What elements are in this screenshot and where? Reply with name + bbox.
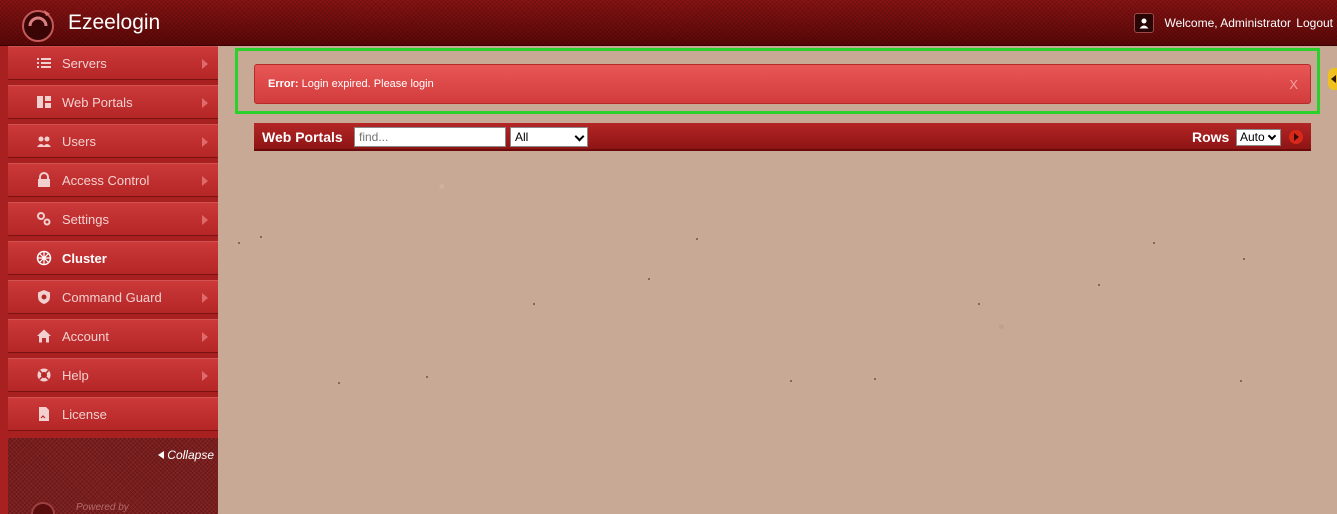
- home-icon: [37, 329, 51, 343]
- error-message: Error: Login expired. Please login: [268, 78, 434, 90]
- app-title[interactable]: Ezeelogin: [68, 11, 160, 35]
- chevron-right-icon: [202, 59, 208, 69]
- background-speck: [790, 380, 792, 382]
- chevron-right-icon: [202, 98, 208, 108]
- error-alert: Error: Login expired. Please login X: [254, 64, 1311, 104]
- collapse-label: Collapse: [167, 448, 214, 462]
- sidebar-item-access-control[interactable]: Access Control: [8, 163, 218, 197]
- chevron-down-icon: [1267, 131, 1277, 141]
- lock-icon: [38, 172, 50, 187]
- side-panel-toggle[interactable]: [1328, 68, 1337, 90]
- web-portals-toolbar: Web Portals All Rows Auto: [254, 123, 1311, 151]
- filter-select[interactable]: All: [510, 127, 588, 147]
- gears-icon: [37, 212, 51, 226]
- sidebar-item-users[interactable]: Users: [8, 124, 218, 158]
- collapse-button[interactable]: Collapse: [157, 448, 214, 462]
- welcome-label: Welcome, Administrator: [1164, 16, 1291, 30]
- sidebar-item-label: Users: [62, 134, 96, 149]
- background-speck: [426, 376, 428, 378]
- sidebar-footer: Collapse Powered by: [8, 438, 218, 514]
- sidebar-item-label: Command Guard: [62, 290, 162, 305]
- background-speck: [1098, 284, 1100, 286]
- sidebar-item-servers[interactable]: Servers: [8, 46, 218, 80]
- background-speck: [648, 278, 650, 280]
- background-speck: [338, 382, 340, 384]
- background-speck: [1240, 380, 1242, 382]
- user-avatar-icon[interactable]: [1134, 13, 1155, 33]
- sidebar-item-label: Access Control: [62, 173, 150, 188]
- chevron-right-icon: [202, 137, 208, 147]
- chevron-right-icon: [202, 176, 208, 186]
- background-speck: [533, 303, 535, 305]
- sidebar-item-account[interactable]: Account: [8, 319, 218, 353]
- sidebar-item-settings[interactable]: Settings: [8, 202, 218, 236]
- sidebar: Servers Web Portals Users Access Control…: [0, 46, 218, 514]
- search-input[interactable]: [354, 127, 506, 147]
- background-speck: [1153, 242, 1155, 244]
- chevron-right-icon: [202, 371, 208, 381]
- sidebar-item-label: Account: [62, 329, 109, 344]
- logo-area: Ezeelogin: [0, 0, 218, 46]
- rows-label: Rows: [1192, 129, 1230, 145]
- welcome-text: Welcome, Administrator Logout: [1162, 16, 1333, 30]
- background-speck: [260, 236, 262, 238]
- chevron-right-icon: [202, 332, 208, 342]
- powered-by-text: Powered by: [76, 502, 129, 513]
- document-icon: [39, 407, 49, 421]
- sidebar-item-label: Settings: [62, 212, 109, 227]
- close-alert-button[interactable]: X: [1289, 77, 1298, 92]
- background-speck: [696, 238, 698, 240]
- sidebar-item-web-portals[interactable]: Web Portals: [8, 85, 218, 119]
- toolbar-title: Web Portals: [262, 129, 343, 145]
- sidebar-item-command-guard[interactable]: Command Guard: [8, 280, 218, 314]
- lifebuoy-icon: [37, 368, 51, 382]
- sidebar-item-license[interactable]: License: [8, 397, 218, 431]
- footer-logo-icon: [31, 502, 55, 514]
- list-icon: [37, 58, 51, 68]
- ezeelogin-logo-icon: [22, 10, 54, 42]
- main-content: Error: Login expired. Please login X Web…: [218, 46, 1337, 514]
- sidebar-item-cluster[interactable]: Cluster: [8, 241, 218, 275]
- filter-value: All: [515, 130, 529, 144]
- caret-left-icon: [158, 451, 165, 459]
- sidebar-item-label: Web Portals: [62, 95, 133, 110]
- dashboard-icon: [37, 96, 51, 108]
- background-speck: [978, 303, 980, 305]
- sidebar-item-help[interactable]: Help: [8, 358, 218, 392]
- rows-value: Auto: [1240, 130, 1265, 144]
- sidebar-item-label: Cluster: [62, 251, 107, 266]
- top-bar: Ezeelogin Welcome, Administrator Logout: [0, 0, 1337, 46]
- sidebar-item-label: Servers: [62, 56, 107, 71]
- background-speck: [238, 242, 240, 244]
- error-prefix: Error:: [268, 78, 299, 90]
- chevron-down-icon: [574, 131, 585, 142]
- error-text: Login expired. Please login: [301, 78, 434, 90]
- users-icon: [37, 136, 51, 147]
- user-area: Welcome, Administrator Logout: [1134, 13, 1333, 33]
- background-speck: [874, 378, 876, 380]
- logout-link[interactable]: Logout: [1296, 16, 1333, 30]
- rows-select[interactable]: Auto: [1236, 129, 1281, 146]
- sidebar-item-label: Help: [62, 368, 89, 383]
- shield-icon: [38, 290, 50, 304]
- chevron-right-icon: [202, 215, 208, 225]
- sidebar-item-label: License: [62, 407, 107, 422]
- next-page-button[interactable]: [1289, 130, 1303, 144]
- chevron-right-icon: [202, 293, 208, 303]
- cluster-icon: [36, 250, 52, 266]
- background-speck: [1243, 258, 1245, 260]
